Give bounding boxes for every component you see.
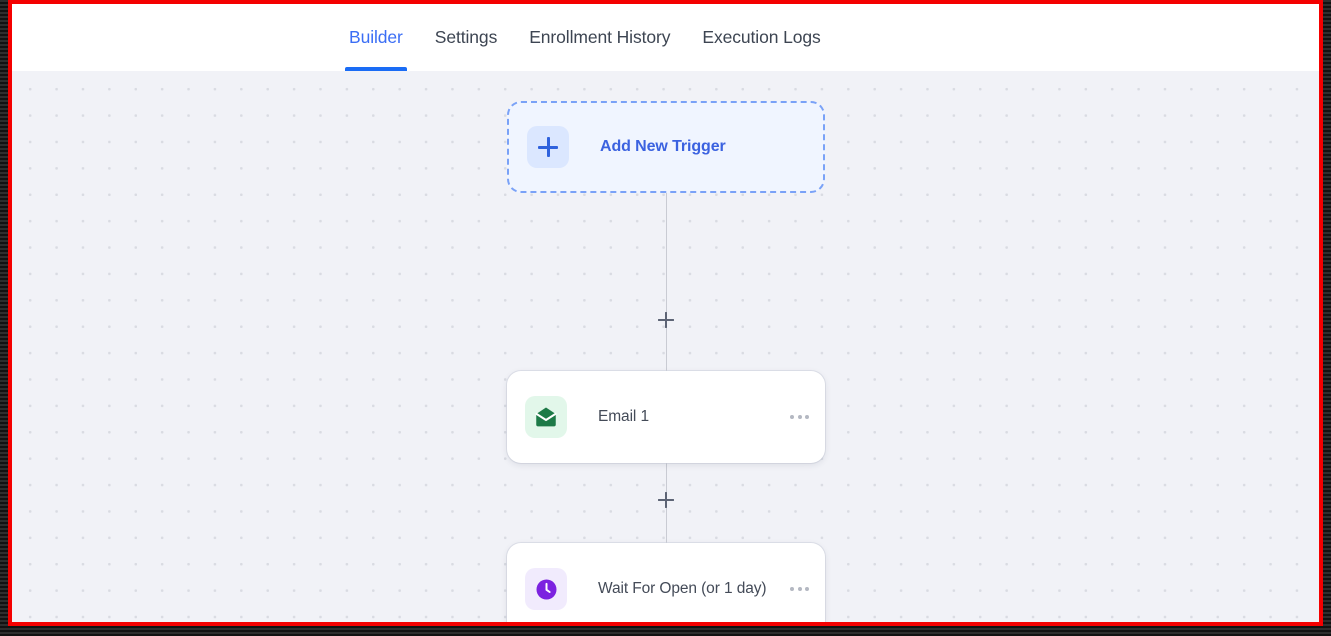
- plus-icon-tile: [527, 126, 569, 168]
- connector-line-1: [665, 193, 668, 313]
- dot: [790, 415, 794, 419]
- node-add-new-trigger-card[interactable]: Add New Trigger: [507, 101, 825, 193]
- dot: [797, 587, 802, 591]
- tab-settings[interactable]: Settings: [419, 4, 513, 71]
- node-email-1-label: Email 1: [598, 408, 649, 425]
- node-wait-for-open[interactable]: Wait For Open (or 1 day): [507, 543, 825, 622]
- node-add-new-trigger[interactable]: Add New Trigger: [507, 101, 825, 193]
- tab-execution-logs[interactable]: Execution Logs: [686, 4, 836, 71]
- node-email-1[interactable]: Email 1: [507, 371, 825, 463]
- tab-builder[interactable]: Builder: [333, 4, 419, 71]
- add-step-button-1[interactable]: [658, 312, 674, 328]
- tab-enrollment-history[interactable]: Enrollment History: [513, 4, 686, 71]
- tab-settings-label: Settings: [434, 27, 498, 47]
- dot: [797, 415, 802, 419]
- screen-capture-frame: Builder Settings Enrollment History Exec…: [0, 0, 1331, 636]
- tab-enrollment-history-label: Enrollment History: [529, 27, 671, 47]
- workflow-flow: Add New Trigger Email 1 Wait For Open (o…: [12, 71, 1319, 622]
- node-wait-for-open-menu-button[interactable]: [790, 587, 809, 591]
- connector-line-2: [665, 328, 668, 374]
- node-email-1-card[interactable]: Email 1: [507, 371, 825, 463]
- dot: [805, 587, 809, 591]
- tab-execution-logs-label: Execution Logs: [702, 27, 821, 47]
- node-add-new-trigger-label: Add New Trigger: [600, 138, 726, 155]
- tab-builder-label: Builder: [349, 27, 403, 47]
- dot: [790, 587, 794, 591]
- connector-line-4: [665, 508, 668, 546]
- node-email-1-menu-button[interactable]: [790, 415, 809, 419]
- tab-bar: Builder Settings Enrollment History Exec…: [12, 4, 1319, 71]
- dot: [805, 415, 809, 419]
- workflow-builder-app: Builder Settings Enrollment History Exec…: [12, 4, 1319, 622]
- node-wait-for-open-card[interactable]: Wait For Open (or 1 day): [507, 543, 825, 622]
- clock-icon-tile: [525, 568, 567, 610]
- envelope-icon-tile: [525, 396, 567, 438]
- node-wait-for-open-label: Wait For Open (or 1 day): [598, 580, 767, 597]
- clock-icon: [536, 579, 556, 599]
- add-step-button-2[interactable]: [658, 492, 674, 508]
- plus-icon: [538, 137, 558, 157]
- workflow-canvas[interactable]: Add New Trigger Email 1 Wait For Open (o…: [12, 71, 1319, 622]
- envelope-icon: [535, 407, 557, 427]
